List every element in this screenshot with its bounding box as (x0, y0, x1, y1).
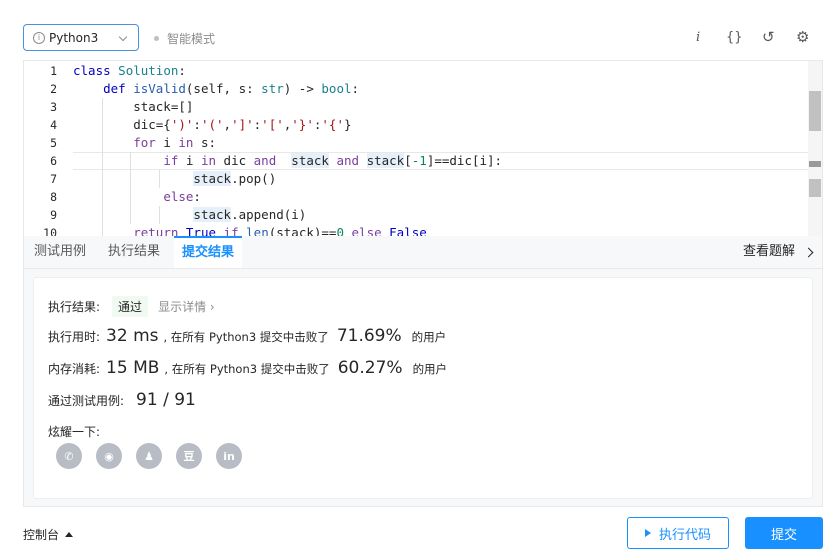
run-code-label: 执行代码 (658, 527, 711, 543)
testcase-label: 通过测试用例: (48, 394, 125, 408)
memory-value: 15 MB (106, 358, 160, 378)
result-panel: 执行结果: 通过 显示详情 › 执行用时: 32 ms , 在所有 Python… (23, 268, 823, 507)
status-label: 执行结果: (48, 300, 101, 314)
code-line-8: else: (163, 189, 201, 204)
share-row: 炫耀一下: (48, 423, 100, 440)
info-icon: i (33, 31, 45, 44)
code-line-5: for i in s: (133, 135, 217, 150)
code-line-3: stack=[] (73, 99, 194, 114)
run-code-button[interactable]: 执行代码 (627, 517, 729, 549)
tab-testcase[interactable]: 测试用例 (34, 236, 86, 268)
view-solution-label: 查看题解 (742, 244, 795, 259)
line-number: 7 (50, 172, 57, 186)
code-line-2: def isValid(self, s: str) -> bool: (103, 81, 360, 96)
code-line-10: return True if len(stack)==0 else False (133, 225, 427, 236)
smart-mode-toggle[interactable]: 智能模式 (154, 30, 215, 47)
editor-toolbar: i Python3 智能模式 i {} ↺ ⚙ (0, 0, 832, 60)
show-detail-link[interactable]: 显示详情 › (158, 298, 215, 315)
result-card: 执行结果: 通过 显示详情 › 执行用时: 32 ms , 在所有 Python… (33, 277, 813, 499)
memory-percent: 60.27% (337, 358, 403, 378)
share-label: 炫耀一下: (48, 425, 101, 439)
line-number: 8 (50, 190, 57, 204)
smart-mode-label: 智能模式 (167, 32, 216, 46)
runtime-row: 执行用时: 32 ms , 在所有 Python3 提交中击败了 71.69% … (48, 326, 446, 346)
line-number-gutter: 1 2 3 4 5 6 7 8 9 10 (24, 61, 68, 236)
line-number: 4 (50, 118, 57, 132)
linkedin-icon[interactable]: in (216, 443, 242, 469)
line-number: 2 (50, 82, 57, 96)
view-solution-link[interactable]: 查看题解 (742, 236, 814, 268)
caret-up-icon (65, 532, 74, 537)
line-number: 6 (50, 154, 57, 168)
status-row: 执行结果: 通过 显示详情 › (48, 296, 215, 317)
memory-row: 内存消耗: 15 MB , 在所有 Python3 提交中击败了 60.27% … (48, 358, 447, 378)
code-line-9: stack.append(i) (193, 207, 307, 222)
chevron-right-icon (803, 247, 814, 257)
line-number: 10 (43, 226, 57, 236)
scrollbar-marker (809, 161, 821, 167)
status-dot-icon (154, 36, 159, 41)
memory-label: 内存消耗: (48, 362, 101, 376)
code-editor[interactable]: 1 2 3 4 5 6 7 8 9 10 class Solution: def… (23, 60, 823, 236)
runtime-label: 执行用时: (48, 330, 101, 344)
memory-description: , 在所有 Python3 提交中击败了 (164, 362, 330, 376)
braces-icon[interactable]: {} (726, 28, 743, 46)
scrollbar-thumb[interactable] (809, 91, 821, 131)
line-number: 5 (50, 136, 57, 150)
code-line-4: dic={')':'(',']':'[','}':'{'} (73, 117, 352, 132)
reset-icon[interactable]: ↺ (762, 28, 775, 46)
line-number: 9 (50, 208, 57, 222)
settings-icon[interactable]: ⚙ (796, 28, 809, 46)
code-line-6: if i in dic and stack and stack[-1]==dic… (163, 153, 503, 168)
scrollbar-marker (809, 179, 821, 197)
status-badge: 通过 (112, 296, 149, 317)
console-toggle[interactable]: 控制台 (23, 526, 74, 543)
wechat-icon[interactable]: ✆ (56, 443, 82, 469)
result-tabs: 测试用例 执行结果 提交结果 查看题解 (23, 236, 823, 268)
weibo-icon[interactable]: ◉ (96, 443, 122, 469)
code-line-7: stack.pop() (193, 171, 277, 186)
chevron-down-icon (118, 32, 128, 42)
language-select[interactable]: i Python3 (23, 24, 139, 51)
editor-scrollbar[interactable] (808, 61, 822, 236)
play-icon (644, 529, 651, 537)
submit-button[interactable]: 提交 (745, 517, 823, 549)
douban-icon[interactable]: 豆 (176, 443, 202, 469)
runtime-percent: 71.69% (336, 326, 402, 346)
testcase-row: 通过测试用例: 91 / 91 (48, 390, 201, 410)
runtime-description: , 在所有 Python3 提交中击败了 (163, 330, 329, 344)
tab-run-result[interactable]: 执行结果 (108, 236, 160, 268)
qq-icon[interactable]: ♟ (136, 443, 162, 469)
line-number: 1 (50, 64, 57, 78)
info-icon[interactable]: i (696, 28, 700, 46)
share-icons: ✆ ◉ ♟ 豆 in (56, 443, 256, 469)
console-label: 控制台 (23, 528, 60, 542)
line-number: 3 (50, 100, 57, 114)
memory-users: 的用户 (412, 362, 448, 376)
code-line-1: class Solution: (73, 63, 186, 78)
testcase-value: 91 / 91 (136, 390, 196, 410)
runtime-value: 32 ms (106, 326, 159, 346)
runtime-users: 的用户 (411, 330, 447, 344)
language-label: Python3 (49, 30, 99, 45)
tab-submit-result[interactable]: 提交结果 (174, 236, 243, 268)
